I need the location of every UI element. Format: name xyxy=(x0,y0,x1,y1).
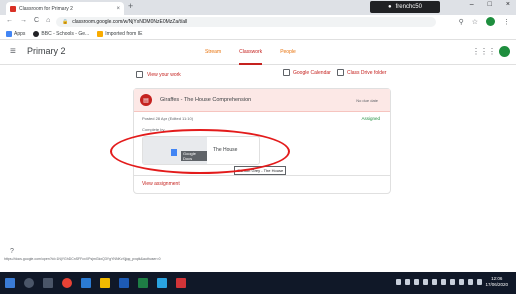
bookmark-label: Apps xyxy=(14,31,26,37)
bookmark-label: Imported from IE xyxy=(105,31,143,37)
classroom-tabs: Stream Classwork People xyxy=(205,40,296,65)
avatar[interactable] xyxy=(499,46,510,57)
reload-button[interactable]: C xyxy=(34,17,39,24)
google-apps-icon[interactable]: ⋮⋮⋮ xyxy=(472,47,496,56)
calendar-icon xyxy=(283,69,290,76)
status-badge: Assigned xyxy=(361,116,380,121)
edge-icon[interactable] xyxy=(81,278,91,288)
browser-tab-bar: Classroom for Primary 2 × + ● frenchc50 … xyxy=(0,0,516,15)
bookmark-bbc[interactable]: BBC - Schools - Ge... xyxy=(33,31,89,37)
assignment-title: Giraffes - The House Comprehension xyxy=(160,97,252,103)
address-bar[interactable]: 🔒 classroom.google.com/w/NjYxNDM0NzE0MzZ… xyxy=(56,17,436,27)
google-calendar-link[interactable]: Google Calendar xyxy=(283,69,331,76)
nav-buttons: ← → C ⌂ xyxy=(6,17,50,24)
file-explorer-icon[interactable] xyxy=(100,278,110,288)
minimize-button[interactable]: – xyxy=(470,1,474,8)
tray-icon[interactable] xyxy=(414,279,419,285)
status-url: https://docs.google.com/open?id=1NjYGhDC… xyxy=(4,257,161,261)
star-icon[interactable]: ☆ xyxy=(472,18,478,26)
outlook-icon[interactable] xyxy=(157,278,167,288)
clock-date: 17/06/2020 xyxy=(485,282,508,287)
browser-tab[interactable]: Classroom for Primary 2 × xyxy=(6,2,124,15)
assignment-header[interactable]: ▤ Giraffes - The House Comprehension No … xyxy=(134,89,390,112)
tray-icon[interactable] xyxy=(432,279,437,285)
tab-stream[interactable]: Stream xyxy=(205,40,221,65)
hamburger-menu-icon[interactable]: ≡ xyxy=(10,46,16,57)
view-your-work-label: View your work xyxy=(147,71,181,78)
powerpoint-icon[interactable] xyxy=(176,278,186,288)
tray-icon[interactable] xyxy=(441,279,446,285)
extension-avatar-icon[interactable] xyxy=(486,17,495,26)
tab-close-icon[interactable]: × xyxy=(116,6,120,12)
profile-chip[interactable]: ● frenchc50 xyxy=(370,1,440,13)
bookmark-apps[interactable]: Apps xyxy=(6,31,25,37)
windows-start-icon[interactable] xyxy=(5,278,15,288)
drive-folder-icon xyxy=(337,69,344,76)
tab-classwork[interactable]: Classwork xyxy=(239,40,263,65)
card-footer: View assignment xyxy=(134,175,390,193)
annotation-ellipse xyxy=(110,129,290,174)
help-icon[interactable]: ? xyxy=(10,248,14,255)
window-controls: – □ × xyxy=(470,1,510,8)
due-date: No due date xyxy=(356,98,378,103)
bbc-icon xyxy=(33,31,40,37)
close-window-button[interactable]: × xyxy=(506,1,510,8)
taskbar: 12:06 17/06/2020 xyxy=(0,272,516,294)
back-button[interactable]: ← xyxy=(6,17,13,24)
class-drive-folder-link[interactable]: Class Drive folder xyxy=(337,69,386,76)
view-your-work-link[interactable]: View your work xyxy=(136,71,181,78)
drive-label: Class Drive folder xyxy=(347,69,387,76)
system-tray xyxy=(396,279,482,285)
bookmark-label: BBC - Schools - Ge... xyxy=(41,31,90,37)
apps-grid-icon xyxy=(6,31,12,37)
home-button[interactable]: ⌂ xyxy=(46,17,50,24)
tray-icon[interactable] xyxy=(459,279,464,285)
clock[interactable]: 12:06 17/06/2020 xyxy=(485,276,508,288)
view-assignment-link[interactable]: View assignment xyxy=(142,181,180,187)
task-view-icon[interactable] xyxy=(43,278,53,288)
lock-icon: 🔒 xyxy=(62,19,69,25)
assignment-icon: ▤ xyxy=(140,94,152,106)
profile-name: frenchc50 xyxy=(395,4,422,10)
address-row: ← → C ⌂ 🔒 classroom.google.com/w/NjYxNDM… xyxy=(0,15,516,29)
classroom-favicon-icon xyxy=(10,5,16,12)
tray-icon[interactable] xyxy=(405,279,410,285)
tray-icon[interactable] xyxy=(450,279,455,285)
person-icon: ● xyxy=(388,4,392,10)
clipboard-icon xyxy=(136,71,143,78)
chrome-icon[interactable] xyxy=(62,278,72,288)
excel-icon[interactable] xyxy=(138,278,148,288)
calendar-label: Google Calendar xyxy=(293,69,331,76)
tray-icon[interactable] xyxy=(396,279,401,285)
zoom-icon[interactable]: ⚲ xyxy=(459,18,464,26)
tray-icon[interactable] xyxy=(423,279,428,285)
bookmark-imported[interactable]: Imported from IE xyxy=(97,31,142,37)
url-text: classroom.google.com/w/NjYxNDM0NzE0MzZa/… xyxy=(72,19,188,25)
classroom-header: ≡ Primary 2 Stream Classwork People ⋮⋮⋮ xyxy=(0,40,516,65)
tab-people[interactable]: People xyxy=(280,40,296,65)
address-bar-actions: ⚲ ☆ ⋮ xyxy=(459,17,510,26)
network-icon[interactable] xyxy=(477,279,482,285)
folder-icon xyxy=(97,31,104,37)
search-icon[interactable] xyxy=(24,278,34,288)
word-icon[interactable] xyxy=(119,278,129,288)
tab-title: Classroom for Primary 2 xyxy=(19,5,73,12)
posted-date: Posted 28 Apr (Edited 11:10) xyxy=(142,116,194,121)
bookmarks-bar: Apps BBC - Schools - Ge... Imported from… xyxy=(0,29,516,40)
volume-icon[interactable] xyxy=(468,279,473,285)
forward-button[interactable]: → xyxy=(20,17,27,24)
maximize-button[interactable]: □ xyxy=(488,1,492,8)
class-name: Primary 2 xyxy=(27,46,66,56)
menu-icon[interactable]: ⋮ xyxy=(503,18,510,26)
new-tab-button[interactable]: + xyxy=(128,1,133,11)
